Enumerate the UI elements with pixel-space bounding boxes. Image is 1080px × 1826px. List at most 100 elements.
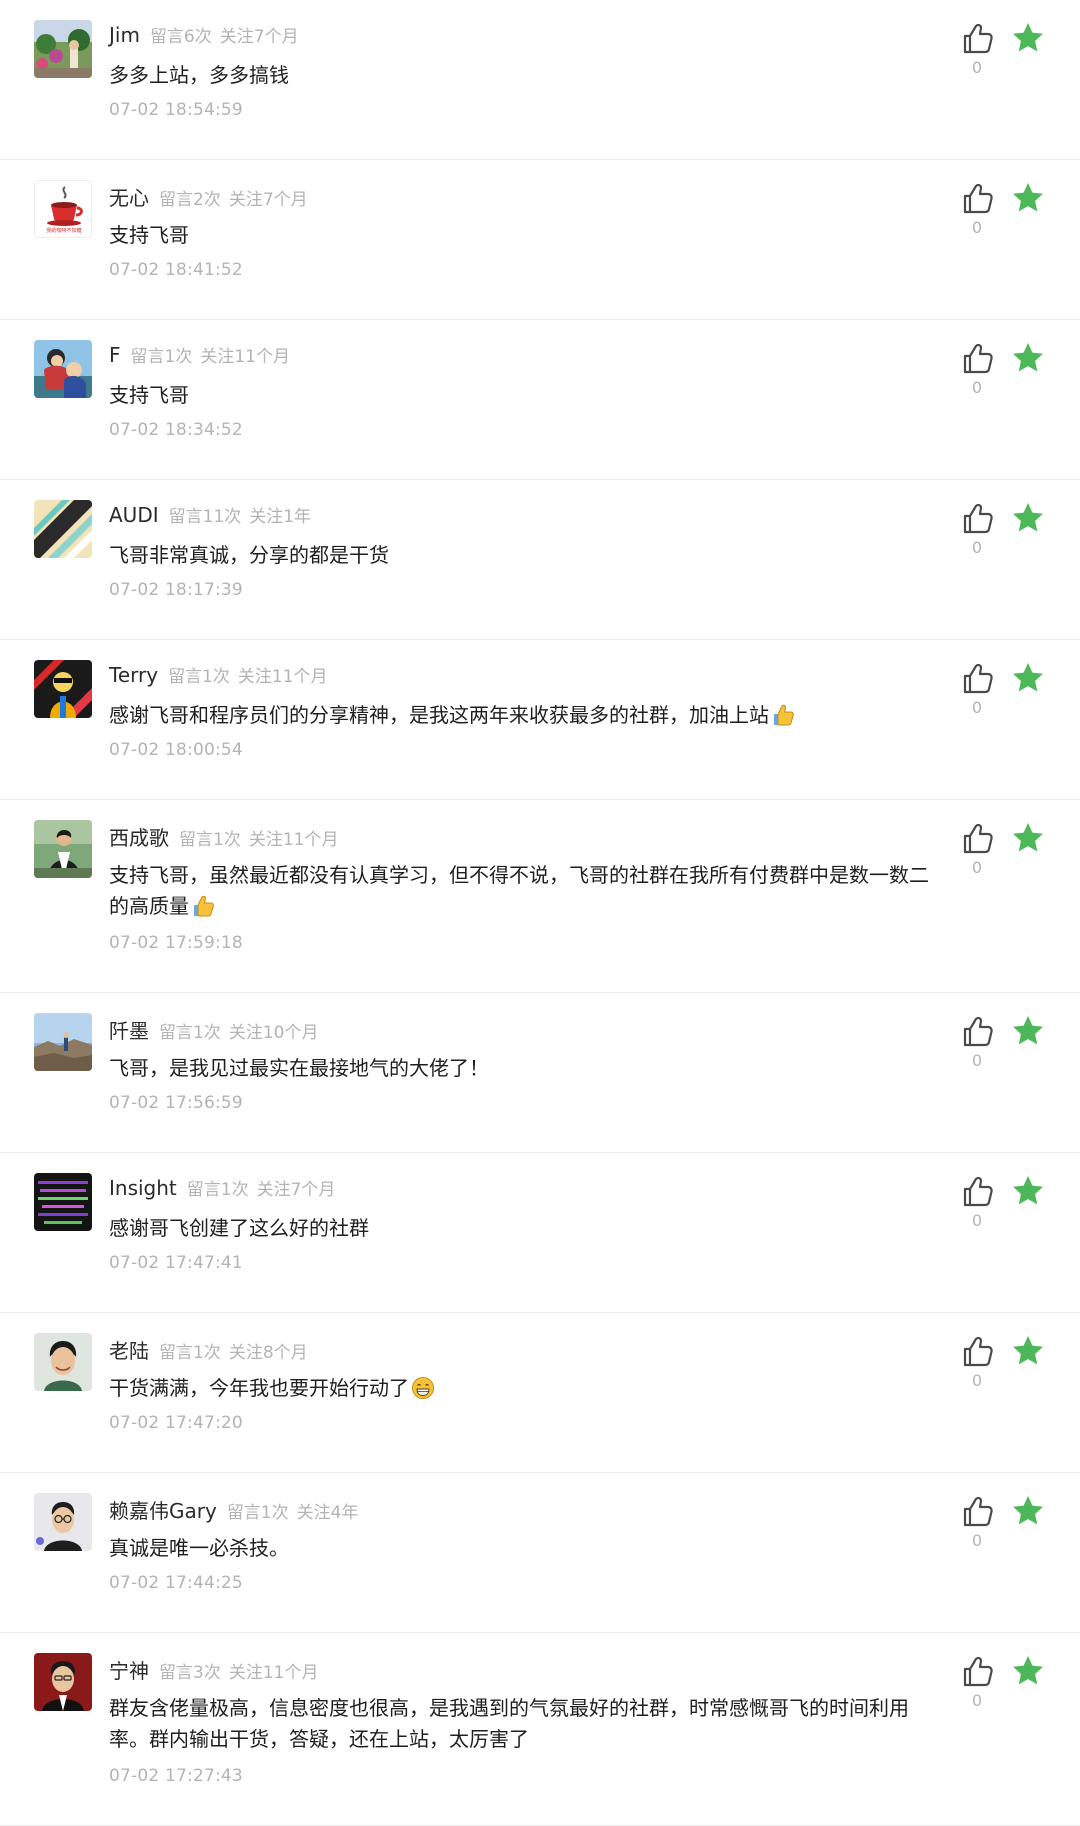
comment-text: 支持飞哥，虽然最近都没有认真学习，但不得不说，飞哥的社群在我所有付费群中是数一数…	[109, 863, 929, 918]
like-count: 0	[971, 698, 983, 717]
like-count: 0	[971, 1691, 983, 1710]
thumbs-up-emoji-icon	[774, 704, 794, 726]
like-button[interactable]	[958, 500, 996, 538]
like-button[interactable]	[958, 1493, 996, 1531]
star-icon	[1013, 1176, 1043, 1205]
featured-star-button[interactable]	[1010, 820, 1046, 856]
comment-item: F 留言1次 关注11个月 支持飞哥 07-02 18:34:52 0	[0, 320, 1080, 480]
like-button[interactable]	[958, 660, 996, 698]
thumbs-up-icon	[963, 23, 993, 54]
featured-star-button[interactable]	[1010, 1173, 1046, 1209]
like-count: 0	[971, 1531, 983, 1550]
star-icon	[1013, 1016, 1043, 1045]
follow-duration: 关注10个月	[228, 1023, 319, 1043]
star-icon	[1013, 663, 1043, 692]
follow-duration: 关注11个月	[237, 667, 328, 687]
follow-duration: 关注11个月	[248, 830, 339, 850]
timestamp: 07-02 18:17:39	[109, 580, 243, 600]
avatar-caption: 我的咖啡不加糖	[46, 228, 82, 234]
nickname[interactable]: F	[109, 343, 121, 367]
comment-item: 阡墨 留言1次 关注10个月 飞哥，是我见过最实在最接地气的大佬了！ 07-02…	[0, 993, 1080, 1153]
like-button[interactable]	[958, 340, 996, 378]
nickname[interactable]: Jim	[109, 23, 140, 47]
comment-text: 感谢哥飞创建了这么好的社群	[109, 1216, 369, 1240]
nickname[interactable]: 阡墨	[109, 1015, 149, 1044]
avatar[interactable]: 我的咖啡不加糖	[34, 180, 92, 238]
like-button[interactable]	[958, 820, 996, 858]
follow-duration: 关注1年	[249, 507, 312, 527]
featured-star-button[interactable]	[1010, 660, 1046, 696]
comment-item: 西成歌 留言1次 关注11个月 支持飞哥，虽然最近都没有认真学习，但不得不说，飞…	[0, 800, 1080, 993]
nickname[interactable]: 无心	[109, 182, 149, 211]
avatar[interactable]	[34, 820, 92, 878]
star-icon	[1013, 183, 1043, 212]
featured-star-button[interactable]	[1010, 1493, 1046, 1529]
featured-star-button[interactable]	[1010, 20, 1046, 56]
timestamp: 07-02 17:56:59	[109, 1093, 243, 1113]
star-icon	[1013, 343, 1043, 372]
follow-duration: 关注7个月	[256, 1180, 336, 1200]
comment-meta: Terry 留言1次 关注11个月	[109, 662, 336, 688]
like-button[interactable]	[958, 20, 996, 58]
follow-duration: 关注11个月	[228, 1663, 319, 1683]
avatar[interactable]	[34, 660, 92, 718]
like-button[interactable]	[958, 1333, 996, 1371]
follow-duration: 关注4年	[296, 1503, 359, 1523]
nickname[interactable]: 宁神	[109, 1655, 149, 1684]
nickname[interactable]: Insight	[109, 1176, 177, 1200]
featured-star-button[interactable]	[1010, 1653, 1046, 1689]
avatar[interactable]	[34, 20, 92, 78]
featured-star-button[interactable]	[1010, 340, 1046, 376]
comment-meta: 无心 留言2次 关注7个月	[109, 182, 316, 211]
thumbs-up-icon	[963, 1176, 993, 1207]
like-button[interactable]	[958, 1173, 996, 1211]
thumbs-up-icon	[963, 1656, 993, 1687]
timestamp: 07-02 18:41:52	[109, 260, 243, 280]
thumbs-up-icon	[963, 823, 993, 854]
like-count: 0	[971, 858, 983, 877]
thumbs-up-emoji-icon	[194, 895, 214, 917]
featured-star-button[interactable]	[1010, 1333, 1046, 1369]
comment-item: 宁神 留言3次 关注11个月 群友含佬量极高，信息密度也很高，是我遇到的气氛最好…	[0, 1633, 1080, 1826]
timestamp: 07-02 17:59:18	[109, 933, 243, 953]
comment-item: 我的咖啡不加糖 无心 留言2次 关注7个月 支持飞哥 07-02 18:41:5…	[0, 160, 1080, 320]
star-icon	[1013, 823, 1043, 852]
avatar[interactable]	[34, 1493, 92, 1551]
like-count: 0	[971, 538, 983, 557]
comment-meta: 老陆 留言1次 关注8个月	[109, 1335, 316, 1364]
nickname[interactable]: AUDI	[109, 503, 159, 527]
nickname[interactable]: 老陆	[109, 1335, 149, 1364]
comment-text: 飞哥非常真诚，分享的都是干货	[109, 543, 389, 567]
comment-count: 留言1次	[168, 667, 230, 687]
follow-duration: 关注7个月	[219, 27, 299, 47]
nickname[interactable]: Terry	[109, 663, 158, 687]
comment-text: 支持飞哥	[109, 223, 189, 247]
nickname[interactable]: 西成歌	[109, 822, 169, 851]
like-button[interactable]	[958, 1013, 996, 1051]
avatar[interactable]	[34, 340, 92, 398]
featured-star-button[interactable]	[1010, 500, 1046, 536]
featured-star-button[interactable]	[1010, 180, 1046, 216]
avatar[interactable]	[34, 1653, 92, 1711]
avatar[interactable]	[34, 1333, 92, 1391]
avatar[interactable]	[34, 500, 92, 558]
comment-count: 留言1次	[159, 1023, 221, 1043]
thumbs-up-icon	[963, 663, 993, 694]
avatar[interactable]	[34, 1013, 92, 1071]
comment-meta: Jim 留言6次 关注7个月	[109, 22, 307, 48]
comment-count: 留言6次	[149, 27, 212, 47]
comment-item: Terry 留言1次 关注11个月 感谢飞哥和程序员们的分享精神，是我这两年来收…	[0, 640, 1080, 800]
avatar[interactable]	[34, 1173, 92, 1231]
featured-star-button[interactable]	[1010, 1013, 1046, 1049]
like-button[interactable]	[958, 1653, 996, 1691]
like-button[interactable]	[958, 180, 996, 218]
like-count: 0	[971, 1371, 983, 1390]
like-count: 0	[971, 218, 983, 237]
comment-meta: AUDI 留言11次 关注1年	[109, 502, 319, 528]
nickname[interactable]: 赖嘉伟Gary	[109, 1495, 217, 1524]
follow-duration: 关注7个月	[228, 190, 308, 210]
star-icon	[1013, 1496, 1043, 1525]
comment-count: 留言1次	[130, 347, 193, 367]
comment-text: 多多上站，多多搞钱	[109, 63, 289, 87]
comment-text: 飞哥，是我见过最实在最接地气的大佬了！	[109, 1056, 489, 1080]
